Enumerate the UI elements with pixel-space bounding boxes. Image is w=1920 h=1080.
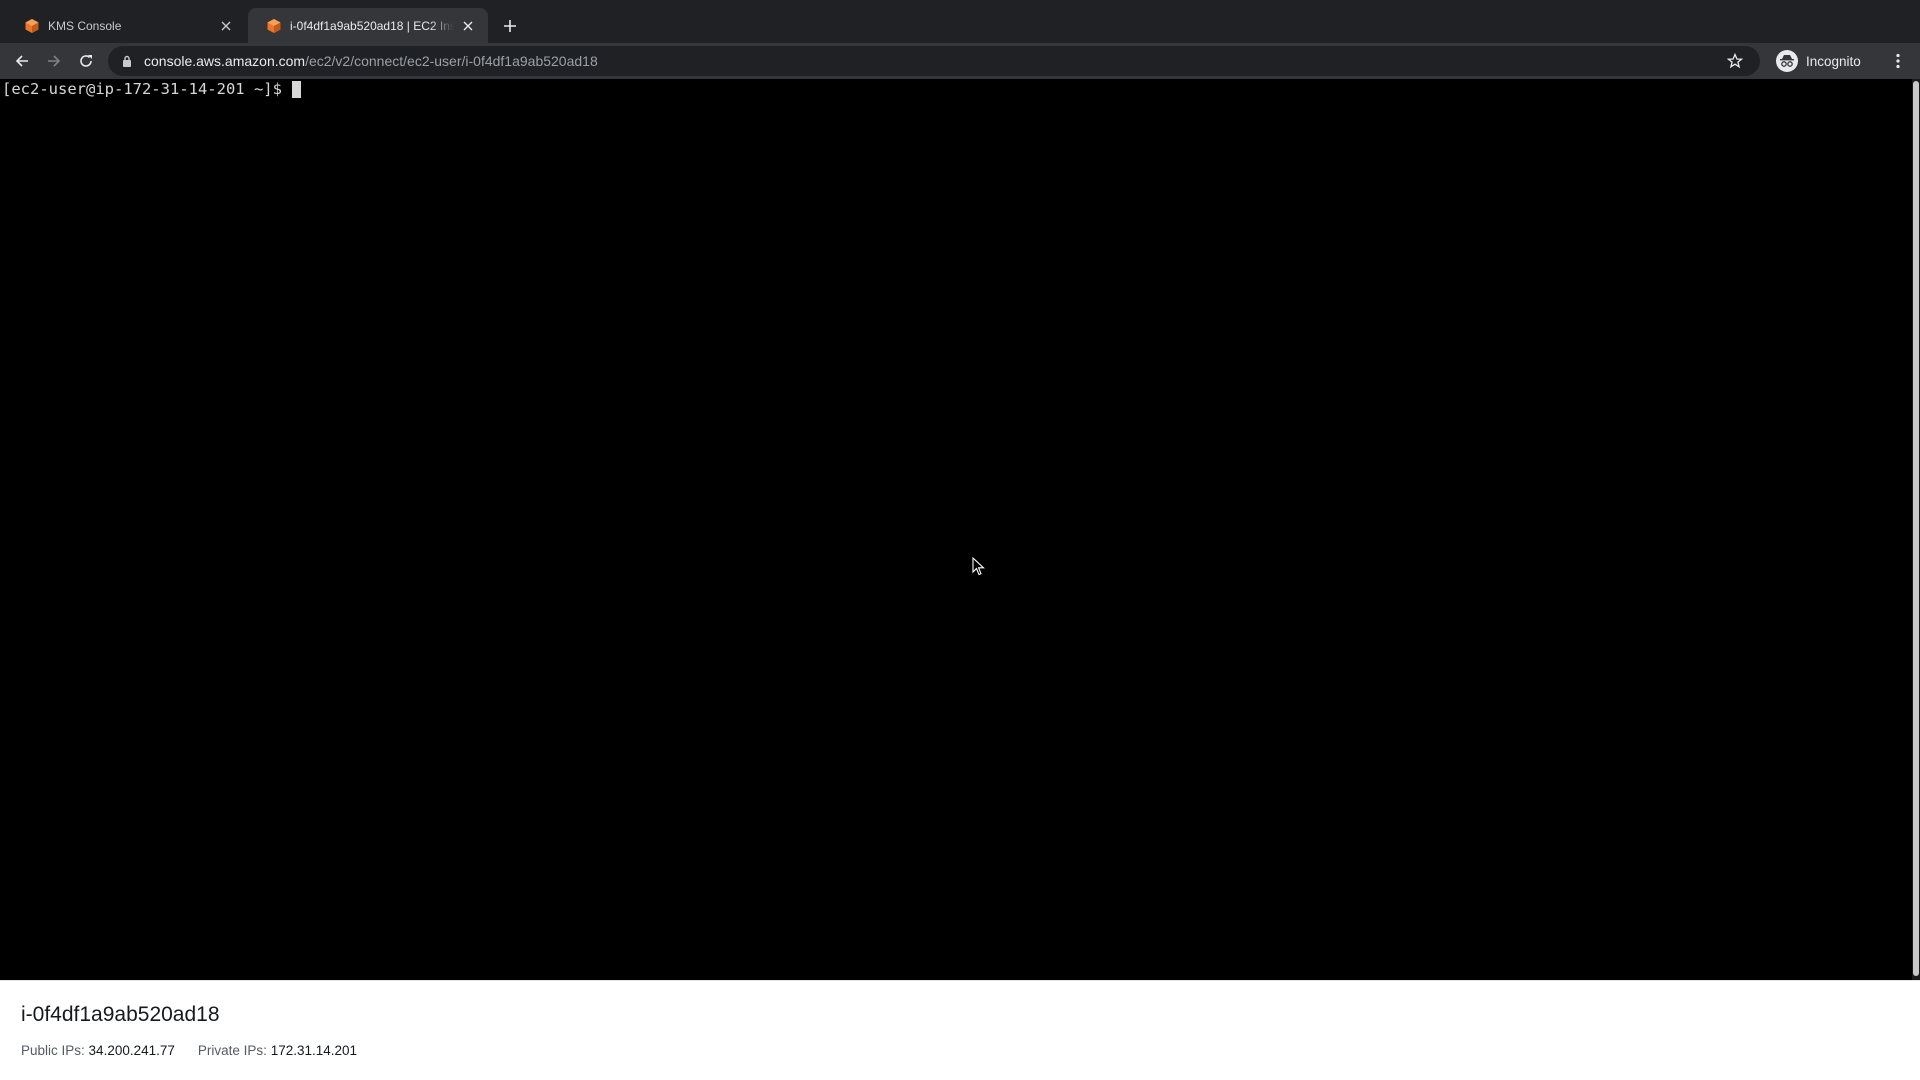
mouse-pointer-icon — [972, 557, 985, 576]
private-ips: Private IPs: 172.31.14.201 — [198, 1043, 357, 1058]
tab-title: i-0f4df1a9ab520ad18 | EC2 Instance Conne… — [290, 18, 454, 33]
instance-info-panel: i-0f4df1a9ab520ad18 Public IPs: 34.200.2… — [0, 980, 1920, 1080]
public-ips: Public IPs: 34.200.241.77 — [21, 1043, 175, 1058]
address-bar[interactable]: console.aws.amazon.com/ec2/v2/connect/ec… — [108, 46, 1760, 76]
terminal-prompt-line: [ec2-user@ip-172-31-14-201 ~]$ — [2, 79, 301, 99]
forward-button[interactable] — [42, 49, 66, 73]
tab-kms-console[interactable]: KMS Console — [6, 8, 246, 43]
browser-toolbar: console.aws.amazon.com/ec2/v2/connect/ec… — [0, 43, 1920, 79]
profile-label: Incognito — [1806, 53, 1861, 69]
profile-button[interactable]: Incognito — [1776, 48, 1861, 74]
close-icon[interactable] — [218, 18, 234, 34]
close-icon[interactable] — [460, 18, 476, 34]
incognito-icon — [1776, 50, 1798, 72]
kebab-menu-icon — [1896, 53, 1900, 69]
ip-addresses: Public IPs: 34.200.241.77 Private IPs: 1… — [21, 1043, 357, 1058]
browser-menu-button[interactable] — [1886, 49, 1910, 73]
arrow-left-icon — [15, 55, 28, 67]
text-cursor — [291, 80, 301, 98]
private-ips-label: Private IPs: — [197, 1043, 267, 1058]
reload-button[interactable] — [74, 49, 98, 73]
arrow-right-icon — [48, 55, 61, 67]
terminal-window[interactable]: [ec2-user@ip-172-31-14-201 ~]$ — [0, 79, 1912, 980]
aws-cube-icon — [24, 18, 40, 34]
plus-icon — [504, 20, 516, 32]
aws-cube-icon — [266, 18, 282, 34]
url-host: console.aws.amazon.com — [144, 53, 306, 69]
tab-ec2-instance-connect[interactable]: i-0f4df1a9ab520ad18 | EC2 Instance Conne… — [248, 8, 488, 43]
public-ips-label: Public IPs: — [21, 1043, 85, 1058]
lock-icon — [122, 55, 134, 67]
terminal-scrollbar[interactable] — [1912, 79, 1920, 980]
tab-strip: KMS Console i-0f4df1a9ab520ad18 | EC2 In… — [0, 0, 1920, 43]
public-ips-value: 34.200.241.77 — [88, 1043, 175, 1058]
scrollbar-thumb[interactable] — [1913, 81, 1919, 976]
private-ips-value: 172.31.14.201 — [270, 1043, 358, 1058]
instance-id-title: i-0f4df1a9ab520ad18 — [21, 1003, 220, 1026]
new-tab-button[interactable] — [498, 14, 522, 38]
shell-prompt: [ec2-user@ip-172-31-14-201 ~]$ — [2, 80, 282, 98]
url-path: /ec2/v2/connect/ec2-user/i-0f4df1a9ab520… — [305, 53, 598, 69]
url-text: console.aws.amazon.com/ec2/v2/connect/ec… — [144, 53, 598, 69]
back-button[interactable] — [10, 49, 34, 73]
reload-icon — [80, 55, 92, 67]
bookmark-star-icon[interactable] — [1726, 52, 1744, 70]
tab-title: KMS Console — [48, 18, 122, 33]
